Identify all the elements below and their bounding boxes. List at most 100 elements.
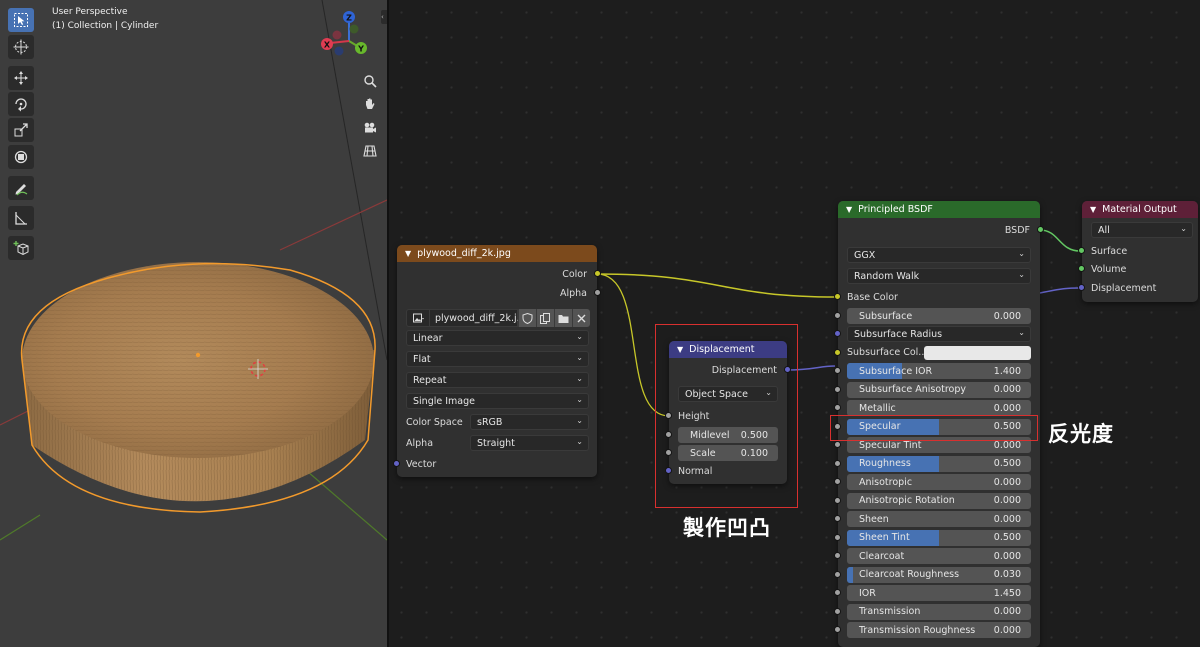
- surface-socket[interactable]: [1078, 247, 1085, 254]
- color-space-dropdown[interactable]: sRGB ⌄: [470, 414, 589, 430]
- input-vector: Vector: [393, 455, 597, 473]
- link-bsdf-surface: [1039, 229, 1081, 252]
- metallic-value: 0.000: [993, 402, 1021, 414]
- transmission-roughness-field[interactable]: Transmission Roughness 0.000: [847, 622, 1031, 638]
- duplicate-image-icon[interactable]: [536, 309, 554, 327]
- alpha-socket[interactable]: [594, 289, 601, 296]
- specular-tint-value: 0.000: [993, 439, 1021, 451]
- scale-icon[interactable]: [8, 118, 34, 142]
- metallic-field[interactable]: Metallic 0.000: [847, 400, 1031, 416]
- material-output-node[interactable]: ▼ Material Output All ⌄ Surface Volume Di…: [1078, 201, 1198, 302]
- roughness-field[interactable]: Roughness 0.500: [847, 455, 1031, 472]
- transmission-socket[interactable]: [834, 607, 841, 615]
- camera-icon[interactable]: [359, 117, 381, 139]
- annotation-box-specular: [830, 415, 1038, 441]
- ior-field[interactable]: IOR 1.450: [847, 585, 1031, 601]
- sheen-tint-field[interactable]: Sheen Tint 0.500: [847, 529, 1031, 546]
- input-vector-label: Vector: [406, 458, 437, 470]
- principled-bsdf-header[interactable]: ▼ Principled BSDF: [838, 201, 1040, 218]
- chevron-down-icon: ⌄: [1018, 249, 1025, 258]
- specular-tint-socket[interactable]: [834, 441, 841, 448]
- subsurface-anisotropy-field[interactable]: Subsurface Anisotropy 0.000: [847, 381, 1031, 398]
- annotation-specular-text: 反光度: [1048, 422, 1114, 446]
- move-icon[interactable]: [8, 66, 34, 90]
- bsdf-socket[interactable]: [1037, 226, 1044, 233]
- transform-icon[interactable]: [8, 145, 34, 169]
- subsurface-color-socket[interactable]: [834, 349, 841, 356]
- source-dropdown[interactable]: Single Image ⌄: [406, 393, 589, 409]
- clearcoat-roughness-field[interactable]: Clearcoat Roughness 0.030: [847, 566, 1031, 583]
- chevron-down-icon: ⌄: [576, 353, 583, 362]
- sheen-field[interactable]: Sheen 0.000: [847, 511, 1031, 527]
- subsurface-ior-label: Subsurface IOR: [859, 365, 933, 377]
- subsurface-field[interactable]: Subsurface 0.000: [847, 308, 1031, 324]
- shader-editor[interactable]: ▼ plywood_diff_2k.jpg Color Alpha plywoo…: [389, 0, 1200, 647]
- material-output-header[interactable]: ▼ Material Output: [1082, 201, 1198, 218]
- rotate-icon[interactable]: [8, 92, 34, 116]
- annotation-box-displacement: [655, 324, 798, 508]
- subsurface-ior-field[interactable]: Subsurface IOR 1.400: [847, 363, 1031, 379]
- collapse-chevron-icon[interactable]: ▼: [405, 249, 411, 258]
- image-picker[interactable]: plywood_diff_2k.j...: [406, 309, 590, 327]
- projection-dropdown[interactable]: Flat ⌄: [406, 351, 589, 367]
- 3d-viewport[interactable]: Z Y X User Perspective (1) Collection | …: [0, 0, 387, 647]
- ior-socket[interactable]: [834, 589, 841, 596]
- chevron-down-icon: ⌄: [1180, 224, 1187, 233]
- anisotropic-field[interactable]: Anisotropic 0.000: [847, 474, 1031, 490]
- fake-user-shield-icon[interactable]: [518, 309, 536, 327]
- clearcoat-field[interactable]: Clearcoat 0.000: [847, 548, 1031, 564]
- clearcoat-socket[interactable]: [834, 552, 841, 559]
- subsurface-radius-dropdown[interactable]: Subsurface Radius ⌄: [847, 326, 1031, 342]
- subsurface-value: 0.000: [993, 310, 1021, 322]
- roughness-label: Roughness: [859, 458, 911, 469]
- subsurface-radius-socket[interactable]: [834, 330, 841, 337]
- image-texture-header[interactable]: ▼ plywood_diff_2k.jpg: [397, 245, 597, 262]
- collapse-chevron-icon[interactable]: ▼: [846, 205, 852, 214]
- output-target-dropdown[interactable]: All ⌄: [1091, 222, 1193, 238]
- chevron-down-icon: ⌄: [576, 332, 583, 341]
- subsurface-method-dropdown[interactable]: Random Walk ⌄: [847, 268, 1031, 284]
- measure-icon[interactable]: [8, 206, 34, 230]
- clearcoat-roughness-socket[interactable]: [834, 570, 841, 578]
- chevron-down-icon: ⌄: [576, 437, 583, 446]
- volume-socket[interactable]: [1078, 265, 1085, 272]
- image-name-field[interactable]: plywood_diff_2k.j...: [430, 309, 526, 327]
- close-icon[interactable]: [572, 309, 590, 327]
- select-box-icon[interactable]: [8, 8, 34, 32]
- anisotropic-rotation-socket[interactable]: [834, 496, 841, 504]
- add-cube-icon[interactable]: [8, 236, 34, 260]
- image-browse-icon[interactable]: [406, 309, 430, 327]
- image-texture-node[interactable]: ▼ plywood_diff_2k.jpg Color Alpha plywoo…: [393, 245, 601, 477]
- open-folder-icon[interactable]: [554, 309, 572, 327]
- metallic-socket[interactable]: [834, 404, 841, 411]
- subsurface-color-swatch[interactable]: [924, 346, 1031, 360]
- source-value: Single Image: [413, 395, 475, 407]
- sheen-tint-socket[interactable]: [834, 533, 841, 541]
- subsurface-ior-socket[interactable]: [834, 367, 841, 374]
- subsurface-socket[interactable]: [834, 312, 841, 319]
- vector-socket[interactable]: [393, 460, 400, 467]
- interpolation-dropdown[interactable]: Linear ⌄: [406, 330, 589, 346]
- subsurface-anisotropy-socket[interactable]: [834, 385, 841, 393]
- transmission-field[interactable]: Transmission 0.000: [847, 603, 1031, 620]
- displacement-in-socket[interactable]: [1078, 284, 1085, 291]
- extension-dropdown[interactable]: Repeat ⌄: [406, 372, 589, 388]
- annotate-icon[interactable]: [8, 176, 34, 200]
- transmission-roughness-socket[interactable]: [834, 626, 841, 633]
- input-displacement: Displacement: [1078, 279, 1198, 297]
- zoom-icon[interactable]: [359, 70, 381, 92]
- sheen-tint-label: Sheen Tint: [859, 532, 910, 543]
- hand-icon[interactable]: [359, 93, 381, 115]
- color-socket[interactable]: [594, 270, 601, 277]
- clearcoat-roughness-value: 0.030: [993, 569, 1021, 580]
- anisotropic-socket[interactable]: [834, 478, 841, 485]
- sheen-socket[interactable]: [834, 515, 841, 522]
- collapse-chevron-icon[interactable]: ▼: [1090, 205, 1096, 214]
- anisotropic-rotation-field[interactable]: Anisotropic Rotation 0.000: [847, 492, 1031, 509]
- cursor-icon[interactable]: [8, 35, 34, 59]
- grid-icon[interactable]: [359, 140, 381, 162]
- distribution-dropdown[interactable]: GGX ⌄: [847, 247, 1031, 263]
- base-color-socket[interactable]: [834, 293, 841, 300]
- roughness-socket[interactable]: [834, 459, 841, 467]
- alpha-mode-dropdown[interactable]: Straight ⌄: [470, 435, 589, 451]
